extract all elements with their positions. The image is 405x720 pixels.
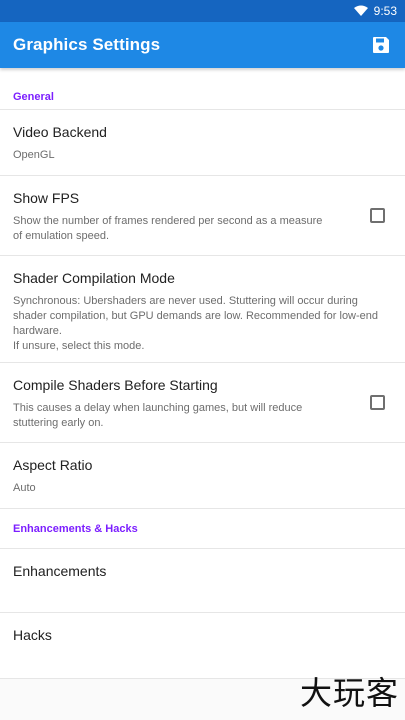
setting-title: Show FPS bbox=[13, 190, 80, 206]
setting-compile-shaders[interactable]: Compile Shaders Before Starting This cau… bbox=[0, 363, 405, 443]
show-fps-checkbox[interactable] bbox=[370, 207, 385, 223]
setting-value: OpenGL bbox=[13, 149, 55, 161]
setting-show-fps[interactable]: Show FPS Show the number of frames rende… bbox=[0, 176, 405, 256]
setting-description: Show the number of frames rendered per s… bbox=[13, 215, 323, 242]
compile-shaders-checkbox[interactable] bbox=[370, 394, 385, 410]
setting-title: Aspect Ratio bbox=[13, 457, 93, 473]
setting-title: Hacks bbox=[13, 627, 52, 643]
setting-enhancements[interactable]: Enhancements bbox=[0, 549, 405, 613]
setting-aspect-ratio[interactable]: Aspect Ratio Auto bbox=[0, 443, 405, 509]
wifi-icon bbox=[353, 5, 368, 17]
setting-title: Shader Compilation Mode bbox=[13, 270, 175, 286]
setting-video-backend[interactable]: Video Backend OpenGL bbox=[0, 110, 405, 176]
setting-title: Enhancements bbox=[13, 563, 107, 579]
setting-description: Synchronous: Ubershaders are never used.… bbox=[13, 295, 379, 352]
setting-description: This causes a delay when launching games… bbox=[13, 402, 303, 429]
section-header-general: General bbox=[0, 68, 405, 110]
setting-title: Compile Shaders Before Starting bbox=[13, 377, 218, 393]
status-time: 9:53 bbox=[373, 4, 397, 18]
page-title: Graphics Settings bbox=[13, 35, 161, 54]
settings-list: General Video Backend OpenGL Show FPS Sh… bbox=[0, 68, 405, 679]
section-header-enhancements: Enhancements & Hacks bbox=[0, 509, 405, 549]
status-bar: 9:53 bbox=[0, 0, 405, 22]
setting-value: Auto bbox=[13, 482, 36, 494]
save-icon[interactable] bbox=[369, 33, 393, 57]
app-bar: Graphics Settings bbox=[0, 22, 405, 68]
setting-title: Video Backend bbox=[13, 124, 107, 140]
setting-shader-compilation-mode[interactable]: Shader Compilation Mode Synchronous: Ube… bbox=[0, 256, 405, 363]
watermark-logo: 大玩客 bbox=[299, 674, 399, 712]
